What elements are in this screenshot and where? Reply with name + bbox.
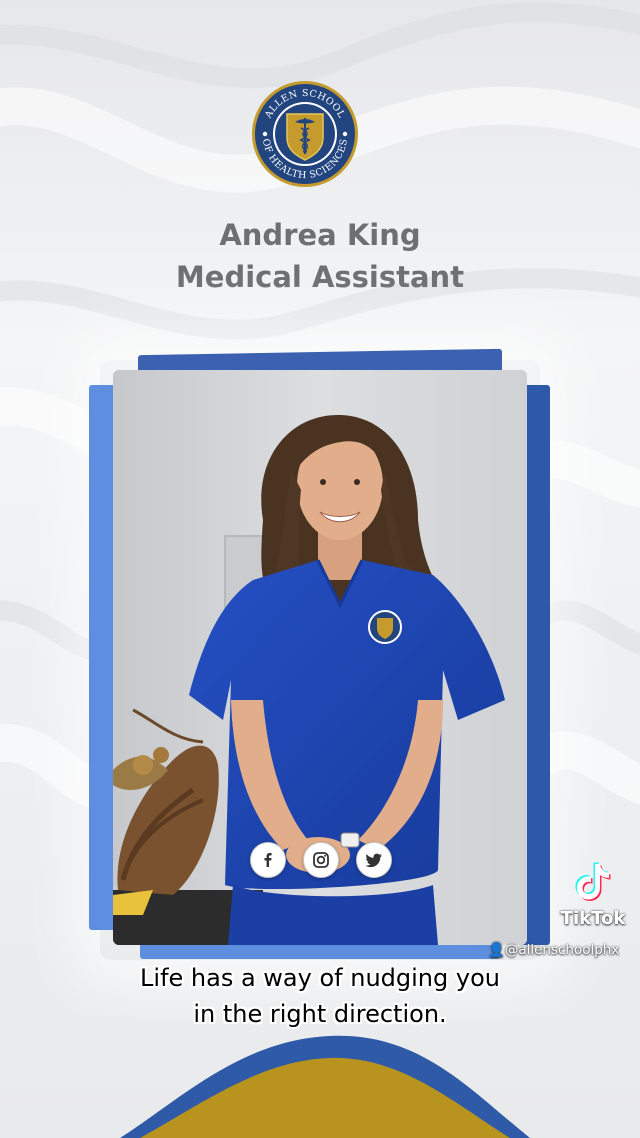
profile-name: Andrea King — [219, 218, 421, 252]
instagram-button[interactable] — [303, 842, 339, 878]
tiktok-watermark: TikTok — [555, 860, 631, 929]
twitter-button[interactable] — [356, 842, 392, 878]
profile-role: Medical Assistant — [175, 260, 465, 294]
user-icon: 👤 — [488, 942, 505, 958]
caption-line-1: Life has a way of nudging you — [140, 964, 500, 992]
twitter-icon — [365, 853, 382, 868]
facebook-button[interactable] — [250, 842, 286, 878]
caption-line-2: in the right direction. — [193, 1000, 447, 1028]
facebook-icon — [264, 853, 272, 867]
instagram-icon — [313, 852, 329, 868]
school-seal-logo: ALLEN SCHOOL OF HEALTH SCIENCES — [252, 81, 358, 187]
tiktok-icon — [575, 862, 611, 901]
bottom-wave-decoration — [120, 1035, 530, 1138]
tiktok-handle-text: @allenschoolphx — [504, 942, 620, 958]
tiktok-handle: 👤@allenschoolphx — [488, 942, 619, 958]
tiktok-label: TikTok — [560, 908, 626, 929]
